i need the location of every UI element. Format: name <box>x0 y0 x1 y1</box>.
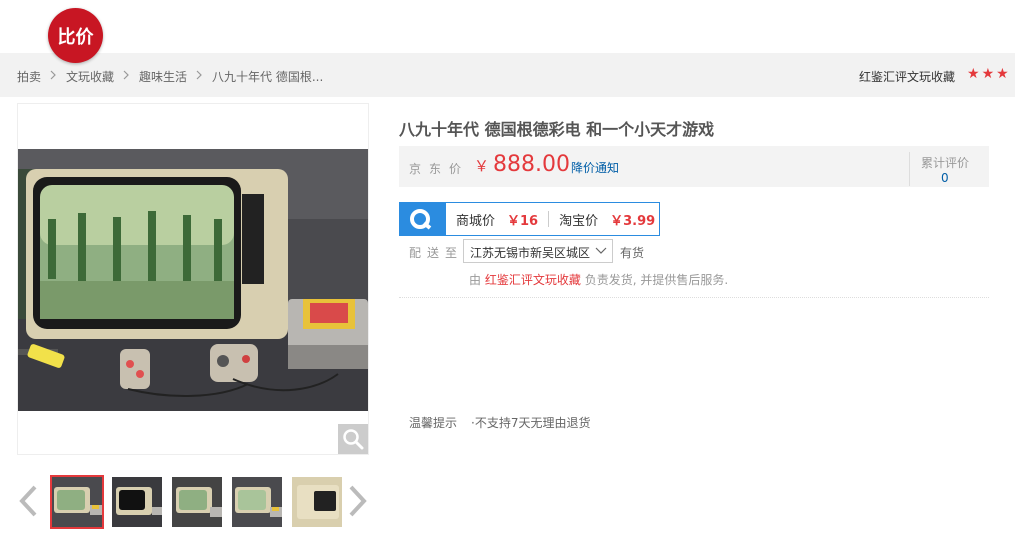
taobao-price: ￥3.99 <box>610 213 656 229</box>
price-label: 京东价 <box>409 162 470 176</box>
breadcrumb-bar: 拍卖 文玩收藏 趣味生活 八九十年代 德国根... 红鉴汇评文玩收藏 ★ ★ ★ <box>0 53 1015 97</box>
review-label: 累计评价 <box>921 156 970 170</box>
compare-logo[interactable]: 比价 <box>48 8 103 63</box>
shipping-label: 配送至 <box>409 246 464 260</box>
price-panel: 京东价 ￥ 888.00 降价通知 累计评价 0 <box>399 146 989 187</box>
star-icon: ★ <box>967 66 980 82</box>
mall-price: ￥16 <box>507 213 539 229</box>
thumbnail[interactable] <box>50 475 104 529</box>
price-notify-link[interactable]: 降价通知 <box>571 159 619 176</box>
chevron-left-icon <box>19 485 37 517</box>
stock-status: 有货 <box>620 246 645 260</box>
breadcrumb-item-current: 八九十年代 德国根... <box>212 70 324 84</box>
thumbnail[interactable] <box>290 475 344 529</box>
tips-label: 温馨提示 <box>409 416 458 430</box>
tips-text: ·不支持7天无理由退货 <box>471 416 591 430</box>
breadcrumb: 拍卖 文玩收藏 趣味生活 八九十年代 德国根... <box>17 68 323 85</box>
product-title: 八九十年代 德国根德彩电 和一个小天才游戏 <box>399 120 715 139</box>
chevron-down-icon <box>595 245 607 259</box>
chevron-right-icon <box>196 70 203 83</box>
star-icon: ★ <box>981 66 995 82</box>
shop-rating: ★ ★ ★ <box>967 67 1009 81</box>
zoom-button[interactable] <box>338 424 368 454</box>
chevron-right-icon <box>123 70 130 83</box>
shipping-location-select[interactable]: 江苏无锡市新吴区城区 <box>463 239 613 263</box>
shipping-location-value: 江苏无锡市新吴区城区 <box>470 246 591 260</box>
price-compare-bar[interactable]: 商城价 ￥16 淘宝价 ￥3.99 <box>399 202 660 236</box>
fulfillment-note: 由 红鉴汇评文玩收藏 负责发货, 并提供售后服务. <box>469 271 728 288</box>
fulfillment-prefix: 由 <box>469 273 482 287</box>
shop-name-link[interactable]: 红鉴汇评文玩收藏 <box>859 68 955 85</box>
thumbnail[interactable] <box>230 475 284 529</box>
divider <box>399 297 989 298</box>
mall-price-label: 商城价 <box>456 213 496 229</box>
magnifier-icon <box>343 429 364 450</box>
product-gallery <box>17 103 369 455</box>
price-value: 888.00 <box>493 152 570 177</box>
product-price: ￥ 888.00 <box>474 152 570 177</box>
breadcrumb-item-auction[interactable]: 拍卖 <box>17 68 41 85</box>
review-count-link[interactable]: 0 <box>941 171 949 185</box>
taobao-price-label: 淘宝价 <box>559 213 599 229</box>
star-icon: ★ <box>996 66 1009 82</box>
product-main-image[interactable] <box>18 149 368 411</box>
thumb-prev-button[interactable] <box>17 484 41 518</box>
thumbnail-list <box>50 475 344 529</box>
fulfillment-seller-link[interactable]: 红鉴汇评文玩收藏 <box>485 273 581 287</box>
thumb-next-button[interactable] <box>345 484 369 518</box>
divider <box>909 152 910 186</box>
compare-q-icon <box>400 203 446 235</box>
divider <box>548 211 550 227</box>
thumbnail[interactable] <box>170 475 224 529</box>
chevron-right-icon <box>349 485 367 517</box>
breadcrumb-item-collectibles[interactable]: 文玩收藏 <box>66 68 114 85</box>
chevron-right-icon <box>50 70 57 83</box>
breadcrumb-item-fun-life[interactable]: 趣味生活 <box>139 68 187 85</box>
thumbnail[interactable] <box>110 475 164 529</box>
fulfillment-suffix: 负责发货, 并提供售后服务. <box>584 273 729 287</box>
currency-symbol: ￥ <box>474 157 490 175</box>
